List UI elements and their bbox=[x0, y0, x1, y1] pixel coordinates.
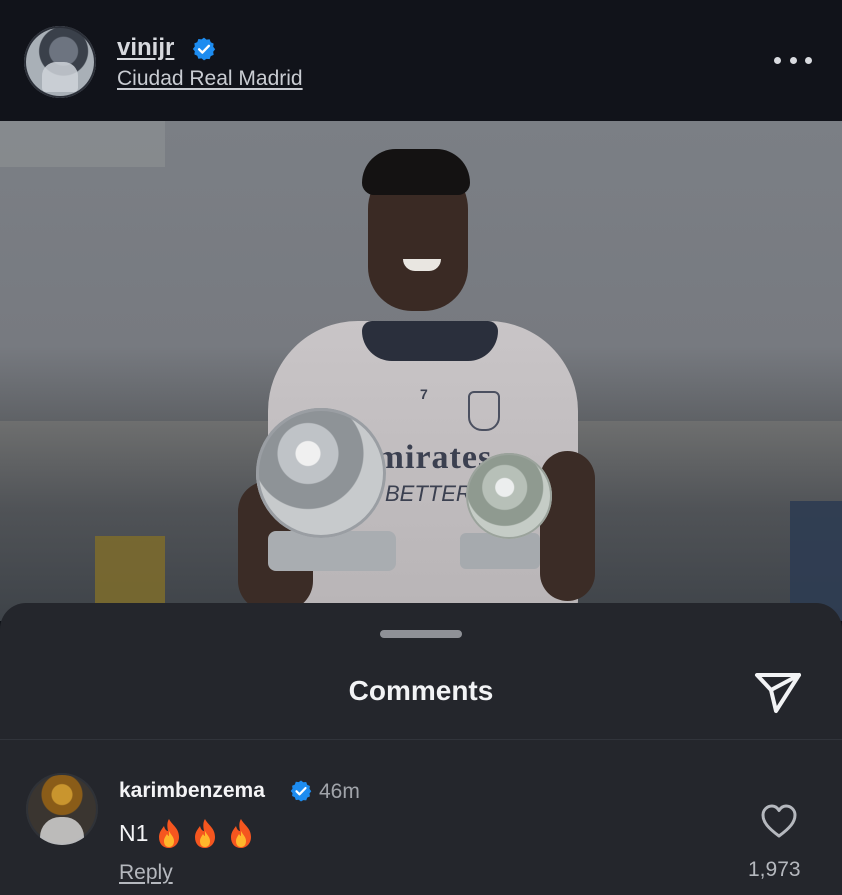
like-count: 1,973 bbox=[748, 858, 801, 881]
verified-icon bbox=[192, 37, 216, 61]
club-crest bbox=[468, 391, 500, 431]
post-username[interactable]: vinijr bbox=[117, 34, 174, 62]
sheet-title: Comments bbox=[348, 675, 494, 706]
background-roof bbox=[0, 121, 165, 167]
divider bbox=[0, 739, 842, 740]
trophy-ball bbox=[256, 408, 386, 538]
comment-body: N1 bbox=[119, 819, 149, 846]
comment-text: N1 bbox=[119, 817, 256, 849]
trophy-ball bbox=[466, 453, 552, 539]
comments-sheet: Comments karimbenzema 46m N1 Reply 1,973 bbox=[0, 603, 842, 895]
player-arm bbox=[540, 451, 595, 601]
fire-emoji bbox=[231, 819, 252, 848]
shirt-sponsor-sub: BETTER bbox=[385, 481, 472, 506]
comment-username[interactable]: karimbenzema bbox=[119, 779, 265, 803]
profile-avatar[interactable] bbox=[24, 26, 96, 98]
player-smile bbox=[403, 259, 441, 271]
shirt-number: 7 bbox=[420, 386, 428, 402]
heart-icon[interactable] bbox=[760, 803, 798, 839]
post-photo[interactable]: 7 Emirates BETTER bbox=[0, 121, 842, 621]
send-icon[interactable] bbox=[752, 665, 804, 717]
verified-icon bbox=[290, 780, 312, 802]
sheet-grabber[interactable] bbox=[380, 630, 462, 638]
post-header: vinijr Ciudad Real Madrid bbox=[0, 0, 842, 121]
player-hair bbox=[362, 149, 470, 195]
trophy-base bbox=[460, 533, 540, 569]
post-location[interactable]: Ciudad Real Madrid bbox=[117, 67, 303, 91]
player-collar bbox=[362, 321, 498, 361]
background-detail bbox=[95, 536, 165, 611]
fire-emoji bbox=[159, 819, 180, 848]
comment-avatar[interactable] bbox=[26, 773, 98, 845]
comment-timestamp: 46m bbox=[319, 780, 360, 803]
more-icon[interactable] bbox=[774, 52, 812, 68]
fire-emoji bbox=[195, 819, 216, 848]
reply-button[interactable]: Reply bbox=[119, 861, 173, 885]
